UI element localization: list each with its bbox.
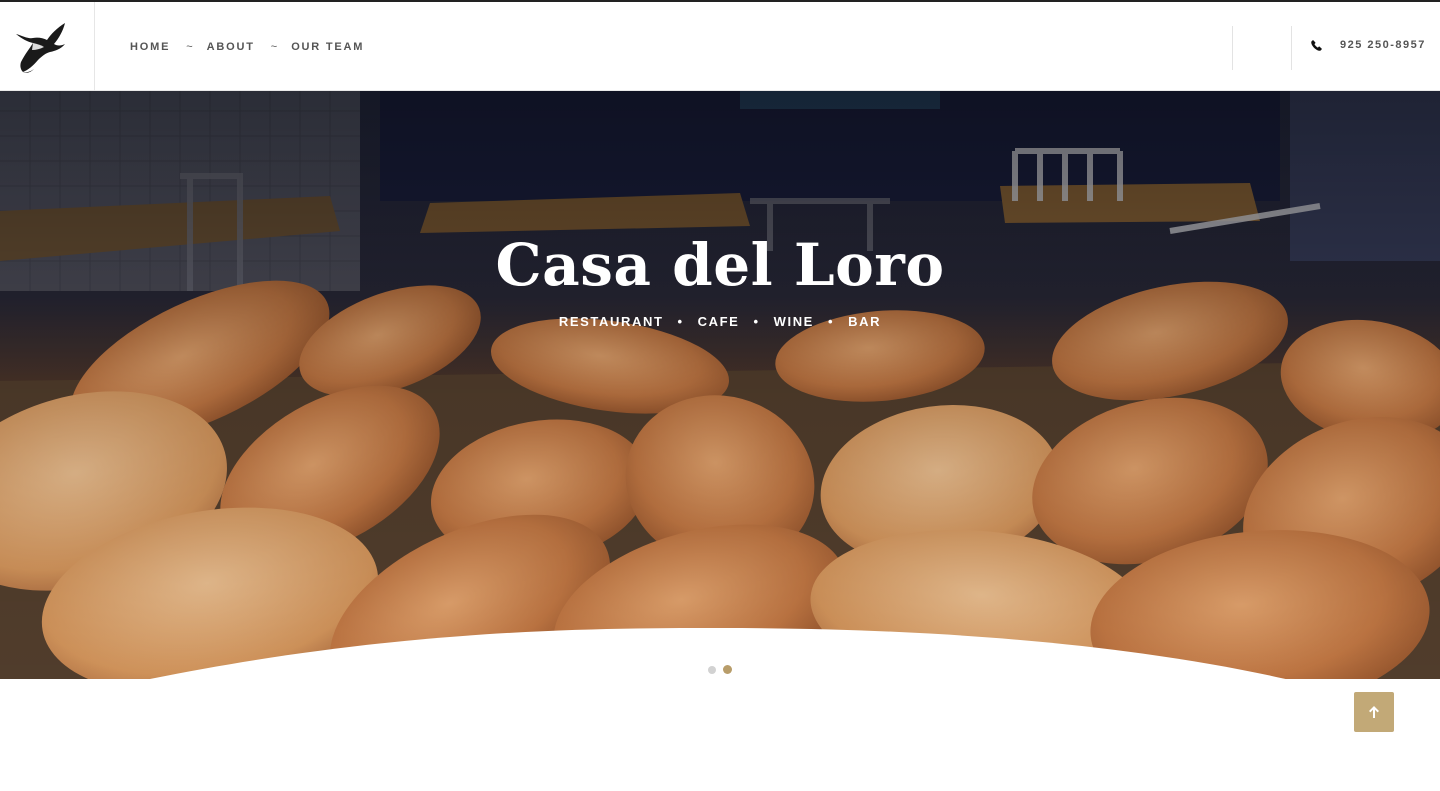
- hero-background-image: [0, 91, 1440, 679]
- tagline-separator: •: [753, 314, 760, 329]
- main-nav: HOME ~ ABOUT ~ OUR TEAM: [130, 40, 364, 54]
- slider-pagination: [708, 665, 739, 674]
- nav-about[interactable]: ABOUT: [207, 41, 255, 53]
- hero-tagline: RESTAURANT • CAFE • WINE • BAR: [0, 314, 1440, 329]
- hero-title: Casa del Loro: [495, 231, 945, 299]
- tagline-cafe: CAFE: [697, 314, 740, 329]
- tagline-bar: BAR: [848, 314, 882, 329]
- arrow-up-icon: [1369, 706, 1379, 718]
- tagline-restaurant: RESTAURANT: [558, 314, 664, 329]
- phone-link[interactable]: 925 250-8957: [1311, 39, 1426, 51]
- nav-our-team[interactable]: OUR TEAM: [291, 41, 364, 53]
- back-to-top-button[interactable]: [1354, 692, 1394, 732]
- tagline-wine: WINE: [773, 314, 814, 329]
- nav-separator: ~: [270, 41, 278, 53]
- slider-dot-2[interactable]: [723, 665, 732, 674]
- logo[interactable]: [0, 2, 95, 91]
- site-header: HOME ~ ABOUT ~ OUR TEAM 925 250-8957: [0, 0, 1440, 91]
- nav-home[interactable]: HOME: [130, 41, 170, 53]
- header-divider: [1291, 26, 1292, 70]
- phone-number: 925 250-8957: [1340, 39, 1426, 51]
- phone-icon: [1311, 39, 1322, 51]
- header-divider: [1232, 26, 1233, 70]
- hero-slider: Casa del Loro RESTAURANT • CAFE • WINE • BAR: [0, 91, 1440, 679]
- slider-dot-1[interactable]: [708, 665, 716, 674]
- tagline-separator: •: [827, 314, 835, 329]
- bird-logo-icon[interactable]: [13, 20, 69, 76]
- nav-separator: ~: [186, 41, 193, 53]
- tagline-separator: •: [677, 314, 684, 329]
